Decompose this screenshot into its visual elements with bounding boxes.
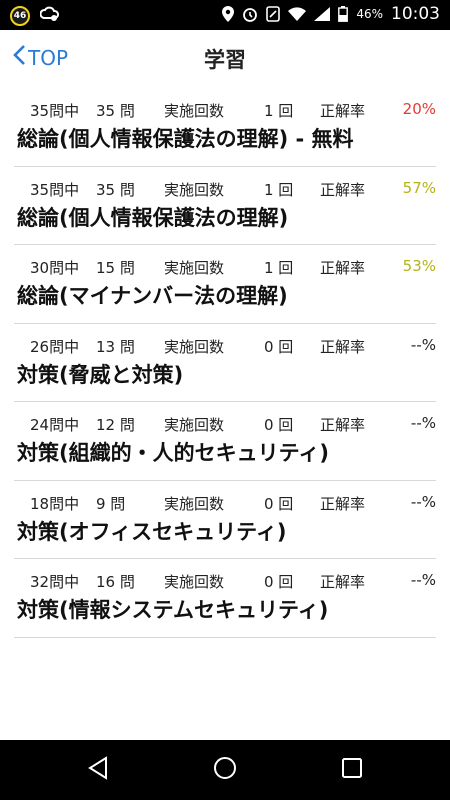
- correct-rate: --%: [410, 492, 436, 511]
- triangle-back-icon: [87, 756, 109, 784]
- attempts-label: 実施回数: [164, 337, 225, 356]
- question-total: 18問中: [30, 494, 80, 513]
- attempts-label: 実施回数: [164, 259, 225, 277]
- list-item[interactable]: 32問中 16 問 実施回数 0 回 正解率 --% 対策(情報システムセキュリティ): [14, 559, 436, 638]
- item-meta: 35問中 35 問 実施回数 1 回 正解率 20%: [14, 100, 436, 120]
- item-meta: 18問中 9 問 実施回数 0 回 正解率 --%: [14, 492, 436, 513]
- rate-label: 正解率: [320, 102, 366, 120]
- status-left: 46: [10, 5, 60, 27]
- attempts-count: 0 回: [264, 494, 294, 513]
- question-done: 35 問: [96, 180, 135, 199]
- correct-rate: 20%: [402, 100, 436, 118]
- battery-percent: 46%: [356, 7, 383, 21]
- attempts-label: 実施回数: [164, 416, 225, 434]
- item-meta: 32問中 16 問 実施回数 0 回 正解率 --%: [14, 571, 436, 591]
- list-item[interactable]: 18問中 9 問 実施回数 0 回 正解率 --% 対策(オフィスセキュリティ): [14, 481, 436, 559]
- attempts-count: 0 回: [264, 337, 294, 356]
- app-header: TOP 学習: [0, 30, 450, 88]
- rate-label: 正解率: [320, 416, 366, 434]
- nav-back-button[interactable]: [83, 755, 113, 785]
- rate-label: 正解率: [320, 337, 366, 356]
- question-total: 35問中: [30, 180, 80, 199]
- question-total: 24問中: [30, 416, 80, 434]
- lesson-list: 35問中 35 問実施回数 1 回正解率 20% 総論(個人情報保護法の理解) - 無料…: [0, 88, 450, 638]
- rate-label: 正解率: [320, 180, 366, 199]
- item-title: 総論(マイナンバー法の理解): [17, 284, 288, 308]
- page-title: 学習: [204, 48, 246, 72]
- item-title: 対策(脅威と対策): [17, 362, 184, 387]
- nfc-icon: [266, 6, 281, 22]
- list-item[interactable]: 24問中 12 問 実施回数 0 回 正解率 --% 対策(組織的・人的セキュリティ): [14, 402, 436, 481]
- signal-icon: [314, 7, 331, 21]
- cloud-sync-icon: [39, 5, 60, 27]
- wifi-icon: [288, 7, 307, 21]
- item-title: 対策(情報システムセキュリティ): [17, 598, 329, 622]
- notification-badge: 46: [10, 6, 30, 26]
- question-done: 13 問: [96, 337, 135, 356]
- clock: 10:03: [391, 4, 440, 24]
- square-recent-icon: [341, 757, 363, 783]
- location-icon: [222, 6, 235, 22]
- attempts-label: 実施回数: [164, 180, 225, 199]
- item-meta: 35問中 35 問 実施回数 1 回 正解率 57%: [14, 178, 436, 199]
- status-bar: 46 46% 10:03: [0, 0, 450, 30]
- alarm-icon: [242, 6, 258, 22]
- status-right: 46% 10:03: [222, 4, 440, 24]
- correct-rate: --%: [410, 414, 436, 432]
- correct-rate: --%: [410, 571, 436, 589]
- question-total: 30問中: [30, 259, 80, 277]
- correct-rate: 53%: [402, 257, 436, 275]
- question-done: 15 問: [96, 259, 135, 277]
- question-done: 9 問: [96, 494, 126, 513]
- question-total: 35問中: [30, 102, 80, 120]
- item-meta: 26問中 13 問 実施回数 0 回 正解率 --%: [14, 335, 436, 356]
- attempts-count: 0 回: [264, 573, 294, 591]
- attempts-count: 1 回: [264, 102, 294, 120]
- battery-icon: [338, 6, 349, 22]
- correct-rate: --%: [410, 335, 436, 354]
- item-title: 対策(組織的・人的セキュリティ): [17, 441, 329, 465]
- list-item[interactable]: 35問中 35 問 実施回数 1 回 正解率 57% 総論(個人情報保護法の理解): [14, 167, 436, 245]
- attempts-label: 実施回数: [164, 102, 225, 120]
- attempts-count: 1 回: [264, 180, 294, 199]
- question-total: 32問中: [30, 573, 80, 591]
- list-item[interactable]: 30問中 15 問 実施回数 1 回 正解率 53% 総論(マイナンバー法の理解): [14, 245, 436, 324]
- rate-label: 正解率: [320, 494, 366, 513]
- item-meta: 30問中 15 問 実施回数 1 回 正解率 53%: [14, 257, 436, 277]
- nav-recent-button[interactable]: [337, 755, 367, 785]
- nav-home-button[interactable]: [210, 755, 240, 785]
- question-done: 16 問: [96, 573, 135, 591]
- list-item[interactable]: 35問中 35 問 実施回数 1 回 正解率 20% 総論(個人情報保護法の理解) - 無料: [14, 88, 436, 167]
- rate-label: 正解率: [320, 259, 366, 277]
- item-title: 総論(個人情報保護法の理解) - 無料: [17, 127, 354, 151]
- attempts-count: 1 回: [264, 259, 294, 277]
- question-done: 12 問: [96, 416, 135, 434]
- rate-label: 正解率: [320, 573, 366, 591]
- list-item[interactable]: 26問中 13 問 実施回数 0 回 正解率 --% 対策(脅威と対策): [14, 324, 436, 402]
- attempts-label: 実施回数: [164, 573, 225, 591]
- item-meta: 24問中 12 問 実施回数 0 回 正解率 --%: [14, 414, 436, 434]
- attempts-label: 実施回数: [164, 494, 225, 513]
- item-title: 対策(オフィスセキュリティ): [17, 519, 287, 544]
- circle-home-icon: [213, 756, 237, 784]
- correct-rate: 57%: [402, 178, 436, 197]
- item-title: 総論(個人情報保護法の理解): [17, 205, 289, 230]
- navigation-bar: [0, 740, 450, 800]
- attempts-count: 0 回: [264, 416, 294, 434]
- question-done: 35 問: [96, 102, 135, 120]
- question-total: 26問中: [30, 337, 80, 356]
